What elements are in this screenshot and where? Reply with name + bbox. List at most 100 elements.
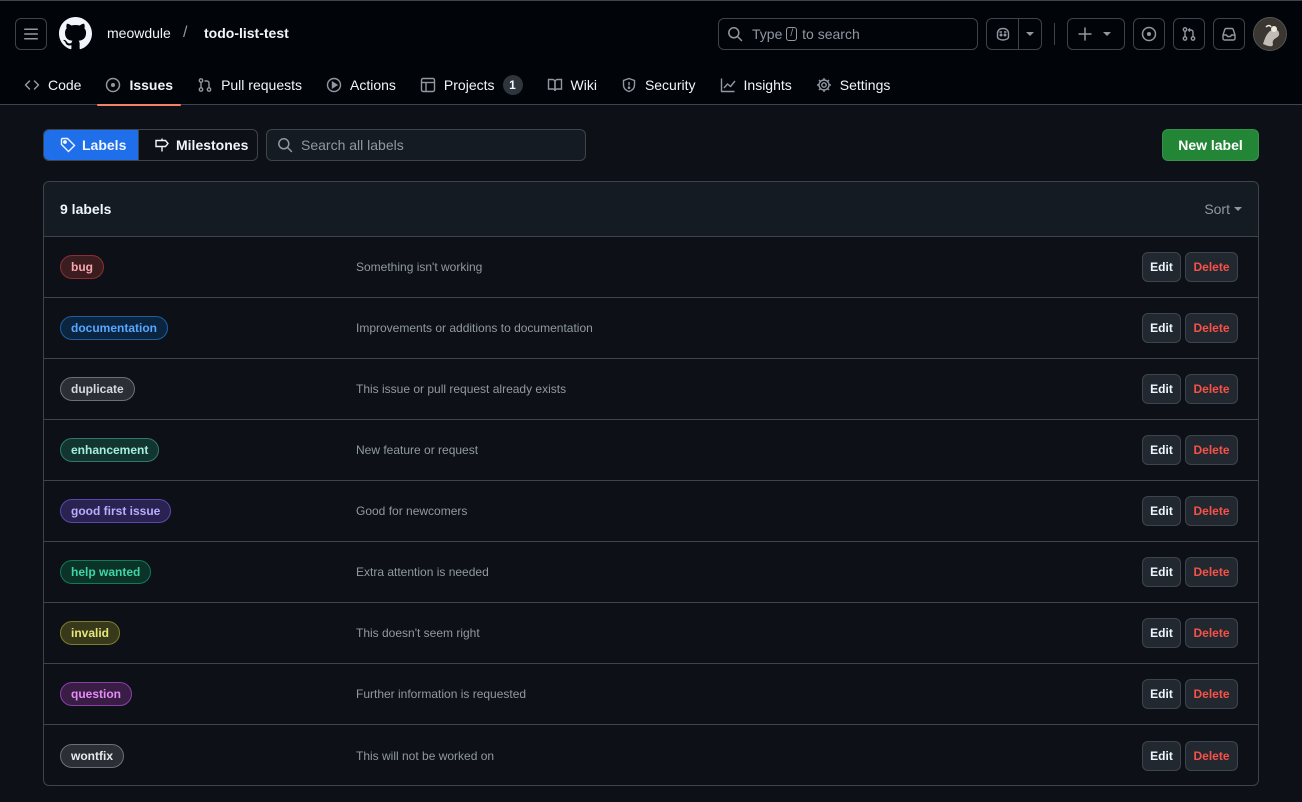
user-avatar[interactable] — [1253, 17, 1287, 51]
edit-label-button[interactable]: Edit — [1142, 618, 1181, 648]
delete-label-button[interactable]: Delete — [1185, 618, 1238, 648]
tab-projects[interactable]: Projects 1 — [412, 65, 531, 105]
label-actions: Edit Delete — [1142, 557, 1238, 587]
delete-label-button[interactable]: Delete — [1185, 313, 1238, 343]
tab-pull-requests[interactable]: Pull requests — [189, 65, 310, 105]
search-suffix: to search — [802, 26, 860, 42]
git-pull-request-icon — [197, 77, 213, 93]
graph-icon — [720, 77, 736, 93]
tab-wiki[interactable]: Wiki — [539, 65, 605, 105]
edit-label-button[interactable]: Edit — [1142, 740, 1181, 771]
tab-label: Issues — [129, 77, 174, 93]
edit-label-button[interactable]: Edit — [1142, 496, 1181, 526]
labels-tab[interactable]: Labels — [44, 130, 138, 160]
label-pill[interactable]: good first issue — [60, 499, 172, 523]
tab-label: Wiki — [570, 77, 597, 93]
header-divider — [1054, 23, 1055, 45]
label-row: good first issue Good for newcomers Edit De… — [44, 481, 1258, 542]
label-row: invalid This doesn't seem right Edit Delete — [44, 603, 1258, 664]
label-row: bug Something isn't working Edit Delete — [44, 237, 1258, 298]
label-cell: help wanted — [60, 560, 152, 584]
new-label-button[interactable]: New label — [1162, 129, 1259, 161]
delete-label-button[interactable]: Delete — [1185, 740, 1238, 771]
milestones-tab[interactable]: Milestones — [138, 130, 257, 160]
label-actions: Edit Delete — [1142, 374, 1238, 404]
create-new-button[interactable] — [1067, 18, 1125, 50]
tab-label: Actions — [350, 77, 396, 93]
tab-actions[interactable]: Actions — [318, 65, 404, 105]
label-pill[interactable]: invalid — [60, 621, 121, 645]
breadcrumb-repo[interactable]: todo-list-test — [204, 25, 289, 41]
delete-label-button[interactable]: Delete — [1185, 435, 1238, 465]
milestone-icon — [155, 138, 169, 152]
delete-label-button[interactable]: Delete — [1185, 374, 1238, 404]
edit-label-button[interactable]: Edit — [1142, 435, 1181, 465]
chevron-down-icon — [1103, 32, 1111, 36]
tab-label: Insights — [743, 77, 792, 93]
label-description: New feature or request — [356, 443, 479, 457]
code-icon — [24, 77, 40, 93]
tab-insights[interactable]: Insights — [712, 65, 800, 105]
edit-label-button[interactable]: Edit — [1142, 252, 1181, 282]
inbox-button[interactable] — [1213, 18, 1245, 50]
label-pill[interactable]: question — [60, 682, 132, 706]
copilot-dropdown-button[interactable] — [1019, 19, 1041, 49]
label-pill[interactable]: help wanted — [60, 560, 152, 584]
delete-label-button[interactable]: Delete — [1185, 679, 1238, 709]
label-pill[interactable]: duplicate — [60, 377, 135, 401]
label-search-input[interactable] — [301, 137, 571, 153]
edit-label-button[interactable]: Edit — [1142, 679, 1181, 709]
plus-icon — [1078, 27, 1092, 41]
header-top-bar: meowdule / todo-list-test Type / to sear… — [0, 1, 1302, 65]
label-search-field — [266, 129, 586, 161]
your-issues-button[interactable] — [1133, 18, 1165, 50]
your-pull-requests-button[interactable] — [1173, 18, 1205, 50]
label-row: wontfix This will not be worked on Edit Del… — [44, 725, 1258, 785]
github-logo-icon[interactable] — [59, 17, 92, 50]
label-pill[interactable]: documentation — [60, 316, 168, 340]
tab-label: Projects — [443, 77, 495, 93]
tab-counter: 1 — [502, 75, 523, 95]
label-description: Something isn't working — [356, 260, 483, 274]
menu-button[interactable] — [15, 18, 47, 50]
search-shortcut-key: / — [786, 27, 798, 41]
label-row: documentation Improvements or additions t… — [44, 298, 1258, 359]
label-pill[interactable]: bug — [60, 255, 104, 279]
labels-list-header: 9 labels Sort — [44, 182, 1258, 237]
global-search-button[interactable]: Type / to search — [718, 18, 978, 50]
label-actions: Edit Delete — [1142, 496, 1238, 526]
tab-label: Code — [48, 77, 82, 93]
label-cell: wontfix — [60, 743, 124, 768]
chevron-down-icon — [1234, 207, 1242, 211]
milestones-tab-label: Milestones — [176, 137, 249, 153]
edit-label-button[interactable]: Edit — [1142, 374, 1181, 404]
copilot-button[interactable] — [987, 19, 1019, 49]
labels-milestones-subnav: Labels Milestones — [43, 129, 258, 161]
copilot-button-group — [986, 18, 1042, 50]
breadcrumb-owner[interactable]: meowdule — [107, 25, 171, 41]
search-prefix: Type — [752, 26, 783, 42]
delete-label-button[interactable]: Delete — [1185, 557, 1238, 587]
global-header: meowdule / todo-list-test Type / to sear… — [0, 0, 1302, 106]
avatar-image — [1254, 18, 1286, 50]
label-pill[interactable]: wontfix — [60, 743, 124, 768]
labels-count: 9 labels — [60, 201, 112, 217]
label-actions: Edit Delete — [1142, 435, 1238, 465]
delete-label-button[interactable]: Delete — [1185, 252, 1238, 282]
tab-issues[interactable]: Issues — [97, 65, 181, 106]
label-cell: good first issue — [60, 499, 172, 523]
global-search-text: Type / to search — [752, 26, 860, 42]
tab-code[interactable]: Code — [16, 65, 89, 105]
label-description: Extra attention is needed — [356, 565, 489, 579]
tab-security[interactable]: Security — [613, 65, 704, 105]
table-icon — [420, 77, 436, 93]
label-actions: Edit Delete — [1142, 252, 1238, 282]
sort-label: Sort — [1204, 201, 1230, 217]
tab-settings[interactable]: Settings — [808, 65, 899, 105]
tab-label: Settings — [839, 77, 891, 93]
edit-label-button[interactable]: Edit — [1142, 557, 1181, 587]
delete-label-button[interactable]: Delete — [1185, 496, 1238, 526]
edit-label-button[interactable]: Edit — [1142, 313, 1181, 343]
sort-dropdown[interactable]: Sort — [1204, 201, 1242, 217]
label-pill[interactable]: enhancement — [60, 438, 160, 462]
